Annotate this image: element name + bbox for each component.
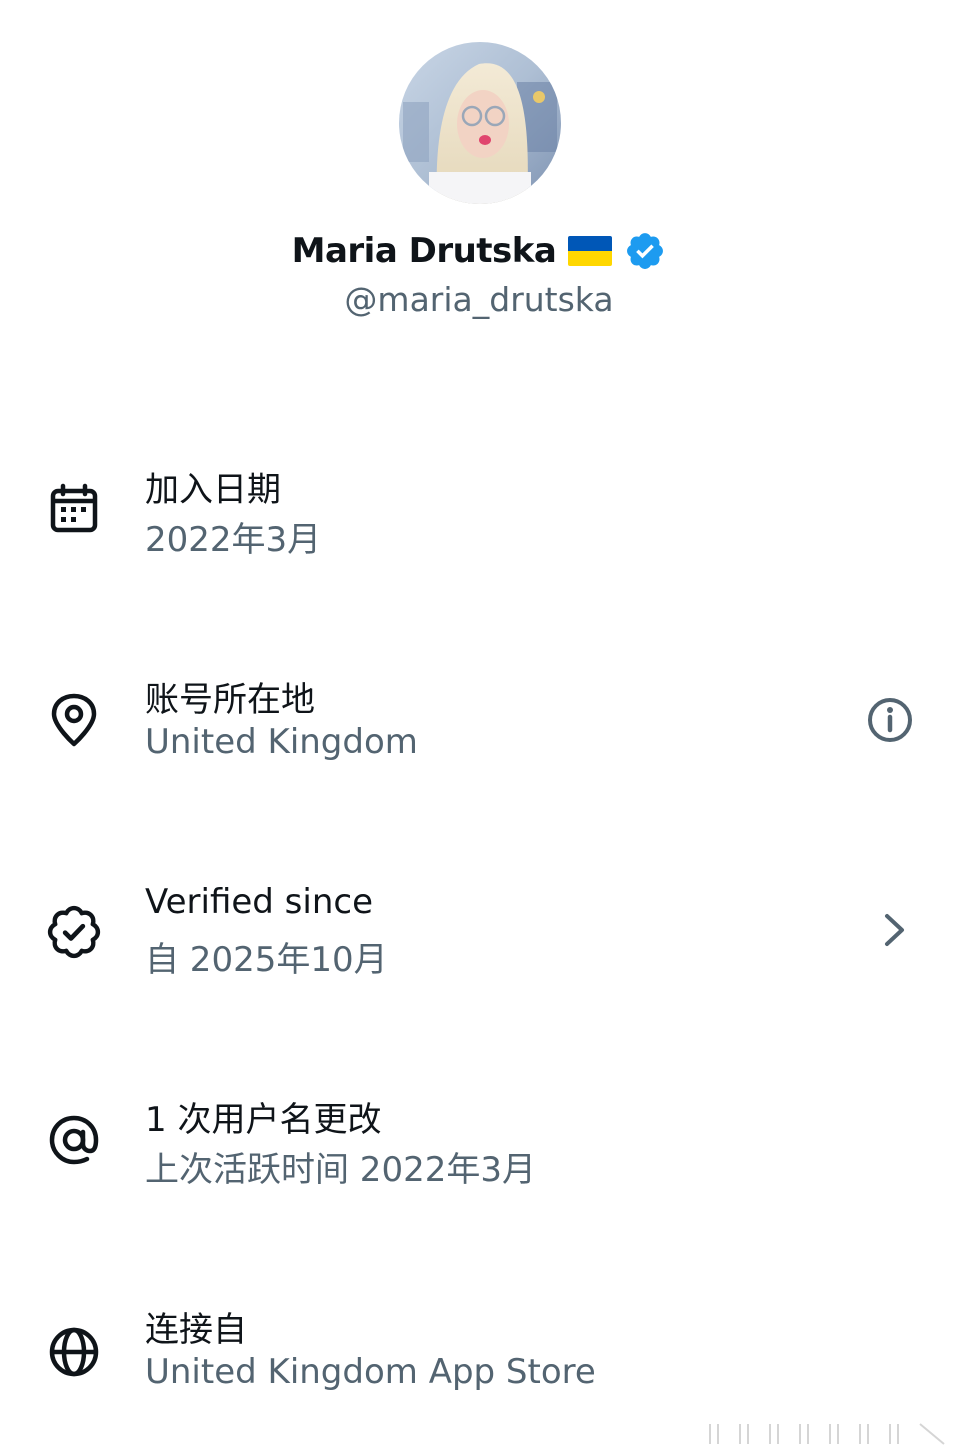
name-row: Maria Drutska xyxy=(0,226,958,276)
info-icon[interactable] xyxy=(864,694,916,746)
display-name: Maria Drutska xyxy=(291,231,557,271)
row-title: Verified since xyxy=(145,882,374,922)
globe-icon xyxy=(46,1324,102,1380)
row-subtitle: United Kingdom App Store xyxy=(145,1352,596,1392)
row-subtitle: 2022年3月 xyxy=(145,520,322,560)
ukraine-flag-icon xyxy=(568,236,613,266)
verified-outline-icon xyxy=(46,904,102,960)
location-pin-icon xyxy=(46,692,102,748)
avatar[interactable] xyxy=(399,42,561,204)
row-title: 加入日期 xyxy=(145,470,281,510)
calendar-icon xyxy=(46,482,102,538)
handle: @maria_drutska xyxy=(344,280,614,319)
row-title: 账号所在地 xyxy=(145,680,315,720)
row-title: 连接自 xyxy=(145,1310,247,1350)
profile-header: Maria Drutska @maria_drutska xyxy=(0,0,958,340)
join-date-row: 加入日期 2022年3月 xyxy=(0,440,958,580)
chevron-right-icon[interactable] xyxy=(868,904,920,956)
row-subtitle: United Kingdom xyxy=(145,722,418,762)
username-changes-row: 1 次用户名更改 上次活跃时间 2022年3月 xyxy=(0,1070,958,1210)
account-location-row: 账号所在地 United Kingdom xyxy=(0,650,958,790)
row-subtitle: 自 2025年10月 xyxy=(145,940,388,980)
row-subtitle: 上次活跃时间 2022年3月 xyxy=(145,1150,536,1190)
watermark-marks xyxy=(700,1420,950,1448)
row-title: 1 次用户名更改 xyxy=(145,1100,382,1140)
verified-badge-icon[interactable] xyxy=(624,230,666,272)
connected-via-row: 连接自 United Kingdom App Store xyxy=(0,1280,958,1420)
at-sign-icon xyxy=(46,1112,102,1168)
verified-since-row[interactable]: Verified since 自 2025年10月 xyxy=(0,860,958,1000)
